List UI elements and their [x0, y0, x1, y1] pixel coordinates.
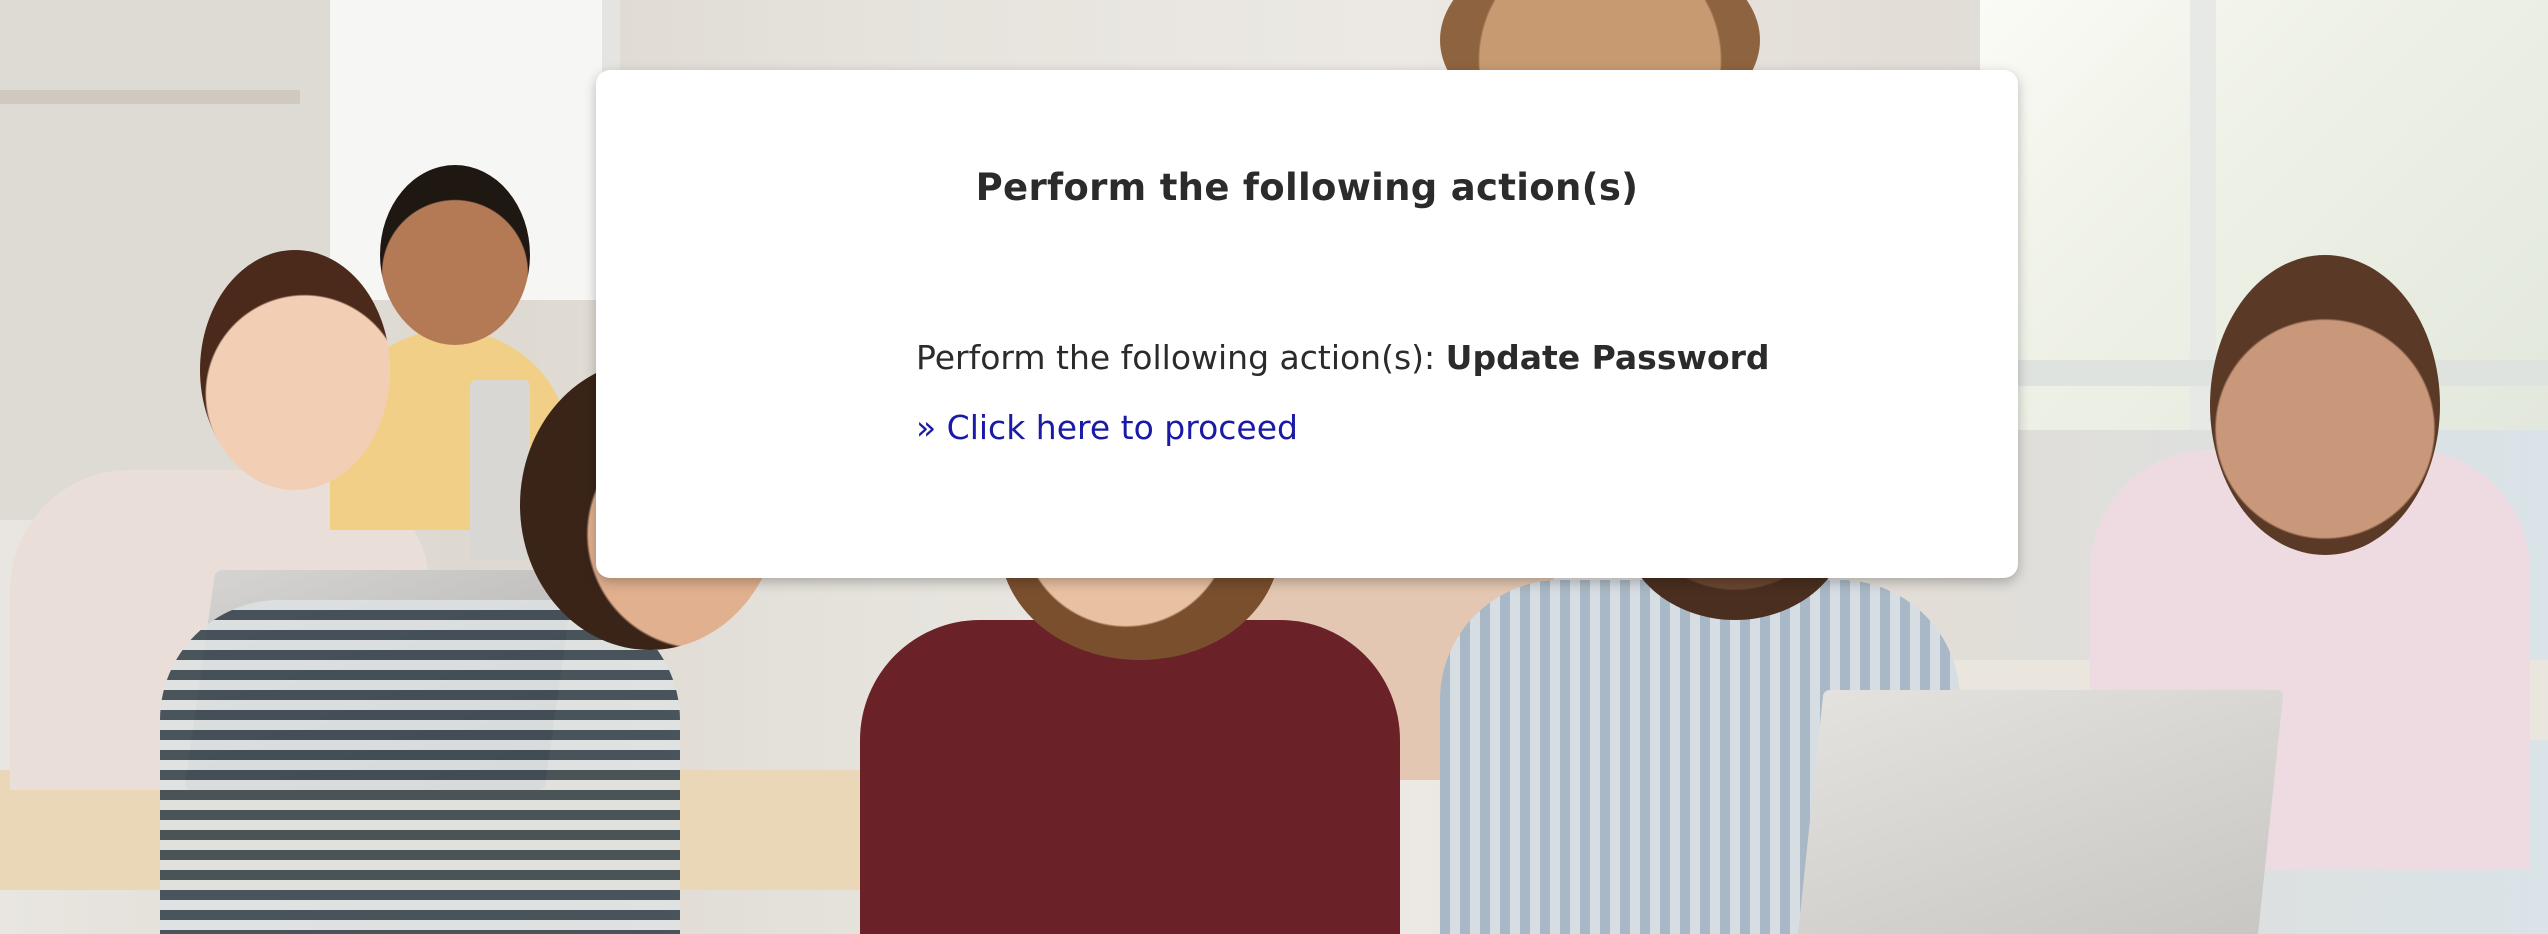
action-name: Update Password [1445, 338, 1770, 377]
background-student [160, 600, 680, 934]
background-laptop [1796, 690, 2284, 934]
background-head [380, 165, 530, 345]
background-student [860, 620, 1400, 934]
action-prefix: Perform the following action(s): [916, 338, 1436, 377]
proceed-link[interactable]: » Click here to proceed [916, 408, 1298, 447]
background-shelf [0, 90, 300, 104]
dialog-title: Perform the following action(s) [975, 166, 1639, 209]
required-action-dialog: Perform the following action(s) Perform … [596, 70, 2018, 578]
background-head [200, 250, 390, 490]
required-action-text: Perform the following action(s): Update … [916, 338, 1770, 377]
background-head [2210, 255, 2440, 555]
background-laptop [470, 380, 530, 560]
